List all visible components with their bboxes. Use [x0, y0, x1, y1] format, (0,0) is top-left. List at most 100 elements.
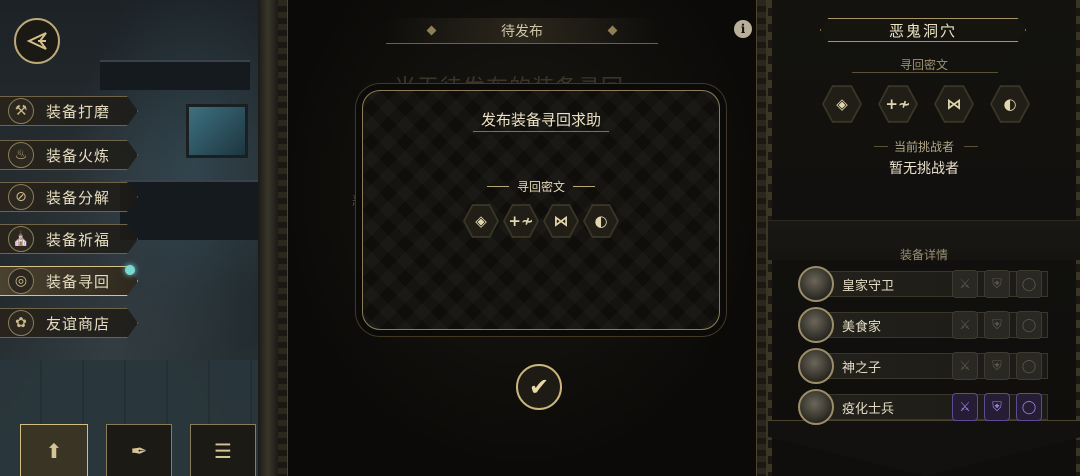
- cipher-icons: ◈ +≁ ⋈ ◐: [822, 84, 1030, 124]
- weapon-slot-icon[interactable]: ⚔: [952, 311, 978, 339]
- title-underline: [473, 131, 609, 132]
- armor-slot-icon[interactable]: ⛨: [984, 270, 1010, 298]
- trinket-slot-icon[interactable]: ◯: [1016, 270, 1042, 298]
- rune-glyph: ⋈: [946, 95, 962, 113]
- hero-name: 皇家守卫: [842, 279, 895, 294]
- section-line: [964, 146, 978, 147]
- publish-dialog: 发布装备寻回求助 寻回密文 ◈ +≁ ⋈ ◐: [362, 90, 720, 330]
- cipher-label-row: 寻回密文: [363, 178, 719, 195]
- fox-icon: ✿: [8, 310, 34, 336]
- nav-item-pray[interactable]: ⛪ 装备祈福: [0, 224, 138, 254]
- hero-row[interactable]: 皇家守卫 ⚔ ⛨ ◯: [798, 266, 1048, 302]
- armor-slot-icon[interactable]: ⛨: [984, 352, 1010, 380]
- equipment-label: 装备详情: [899, 248, 948, 262]
- hero-row[interactable]: 疫化士兵 ⚔ ⛨ ◯: [798, 389, 1048, 425]
- weapon-slot-icon[interactable]: ⚔: [952, 270, 978, 298]
- avatar: [798, 266, 834, 302]
- nav-item-polish[interactable]: ⚒ 装备打磨: [0, 96, 138, 126]
- confirm-button[interactable]: ✔: [516, 364, 562, 410]
- feather-icon: ✒: [130, 438, 148, 463]
- rune-glyph: ◈: [475, 212, 487, 230]
- checkmark-icon: ✔: [528, 373, 550, 401]
- split-rune-icon[interactable]: ◐: [583, 204, 619, 238]
- ornament-diamond: [607, 25, 618, 36]
- challenger-value: 暂无挑战者: [889, 161, 959, 177]
- trinket-slot-icon[interactable]: ◯: [1016, 311, 1042, 339]
- tab-publish[interactable]: ⬆: [20, 424, 88, 476]
- back-button[interactable]: [14, 18, 60, 64]
- dialog-title: 发布装备寻回求助: [480, 111, 601, 129]
- avatar: [798, 348, 834, 384]
- cipher-label: 寻回密文: [516, 180, 565, 194]
- armor-slot-icon[interactable]: ⛨: [984, 393, 1010, 421]
- nav-item-label: 友谊商店: [46, 314, 111, 333]
- hero-row[interactable]: 美食家 ⚔ ⛨ ◯: [798, 307, 1048, 343]
- section-line: [852, 72, 998, 73]
- pending-header-label: 待发布: [501, 23, 543, 40]
- notification-dot: [125, 265, 135, 275]
- hero-name: 疫化士兵: [842, 402, 895, 417]
- scene-pillar: [258, 0, 278, 476]
- upload-icon: ⬆: [45, 438, 63, 463]
- rune-glyph: ◐: [594, 212, 608, 230]
- trinket-slot-icon[interactable]: ◯: [1016, 352, 1042, 380]
- frame-border: [278, 0, 288, 476]
- cipher-icons: ◈ +≁ ⋈ ◐: [463, 203, 619, 239]
- scene-shelf: [120, 180, 260, 240]
- retrieve-icon: ◎: [8, 268, 34, 294]
- challenger-label: 当前挑战者: [893, 140, 954, 154]
- rune-glyph: ◐: [1003, 95, 1017, 113]
- frame-border: [756, 0, 766, 476]
- dungeon-title: 恶鬼洞穴: [888, 21, 957, 40]
- ornament-diamond: [426, 25, 437, 36]
- pending-header: 待发布: [386, 18, 658, 44]
- cross-rune-icon: ⋈: [934, 85, 974, 123]
- spiral-rune-icon: ◈: [822, 85, 862, 123]
- nav-item-label: 装备分解: [46, 188, 111, 207]
- hammer-icon: ⚒: [8, 98, 34, 124]
- rune-glyph: ⋈: [553, 212, 569, 230]
- plus-wave-rune-icon: +≁: [878, 85, 918, 123]
- hero-name: 美食家: [842, 320, 882, 335]
- nav-item-friend-shop[interactable]: ✿ 友谊商店: [0, 308, 138, 338]
- pray-icon: ⛪: [8, 226, 34, 252]
- nav-item-label: 装备祈福: [46, 230, 111, 249]
- nav-item-label: 装备打磨: [46, 102, 111, 121]
- right-panel: 恶鬼洞穴 寻回密文 ◈ +≁ ⋈ ◐ 当前挑战者 暂无挑战者 装备详情 皇家守卫…: [766, 0, 1080, 476]
- trinket-slot-icon[interactable]: ◯: [1016, 393, 1042, 421]
- spiral-rune-icon[interactable]: ◈: [463, 204, 499, 238]
- center-panel: 待发布 i 当无待发布的装备寻回 恶 发布装备寻回求助 寻回密文 ◈ +≁ ⋈ …: [278, 0, 766, 476]
- label-dash: [486, 186, 509, 187]
- scene-shelf: [100, 60, 250, 90]
- flame-icon: ♨: [8, 142, 34, 168]
- decompose-icon: ⊘: [8, 184, 34, 210]
- tab-feather[interactable]: ✒: [106, 424, 172, 476]
- nav-item-forge[interactable]: ♨ 装备火炼: [0, 140, 138, 170]
- dungeon-title-banner: 恶鬼洞穴: [820, 18, 1026, 42]
- rune-glyph: +≁: [885, 95, 911, 113]
- label-dash: [573, 186, 595, 187]
- back-arrow-icon: [26, 32, 47, 50]
- info-icon[interactable]: i: [734, 20, 752, 38]
- cipher-label: 寻回密文: [899, 58, 948, 72]
- split-rune-icon: ◐: [990, 85, 1030, 123]
- avatar: [798, 307, 834, 343]
- nav-item-label: 装备寻回: [46, 272, 111, 291]
- plus-wave-rune-icon[interactable]: +≁: [503, 204, 539, 238]
- hero-row[interactable]: 神之子 ⚔ ⛨ ◯: [798, 348, 1048, 384]
- left-scene-panel: ⚒ 装备打磨 ♨ 装备火炼 ⊘ 装备分解 ⛪ 装备祈福 ◎ 装备寻回 ✿ 友谊商…: [0, 0, 278, 476]
- cross-rune-icon[interactable]: ⋈: [543, 204, 579, 238]
- tab-list[interactable]: ☰: [190, 424, 256, 476]
- armor-slot-icon[interactable]: ⛨: [984, 311, 1010, 339]
- bottom-banner: [768, 420, 1080, 476]
- weapon-slot-icon[interactable]: ⚔: [952, 393, 978, 421]
- nav-item-decompose[interactable]: ⊘ 装备分解: [0, 182, 138, 212]
- nav-item-retrieve[interactable]: ◎ 装备寻回: [0, 266, 138, 296]
- hero-name: 神之子: [842, 361, 882, 376]
- rune-glyph: ◈: [836, 95, 848, 113]
- list-icon: ☰: [214, 438, 232, 463]
- rune-glyph: +≁: [508, 212, 534, 230]
- scene-window: [186, 104, 248, 158]
- nav-item-label: 装备火炼: [46, 146, 111, 165]
- weapon-slot-icon[interactable]: ⚔: [952, 352, 978, 380]
